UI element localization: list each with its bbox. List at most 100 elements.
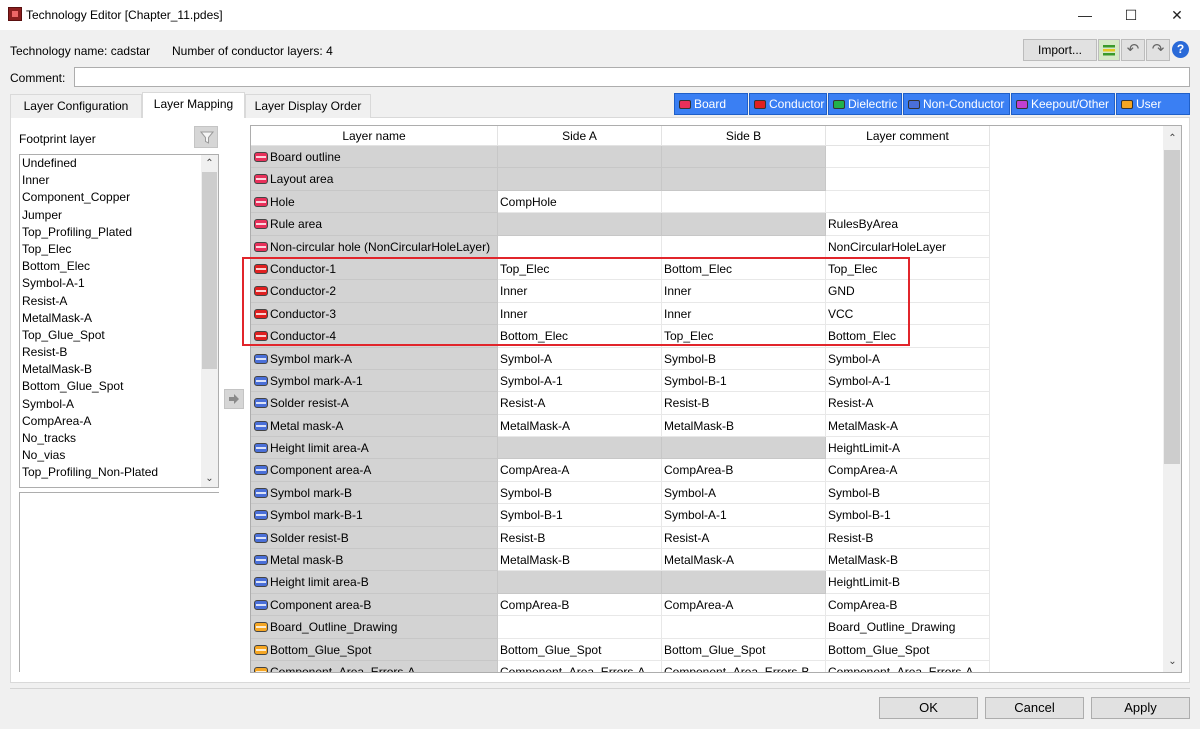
redo-button[interactable]: ↷ (1146, 39, 1170, 61)
side-a-cell[interactable] (498, 235, 662, 258)
side-b-cell[interactable]: MetalMask-A (662, 549, 826, 572)
layer-comment-cell[interactable] (826, 146, 990, 169)
side-b-cell[interactable] (662, 437, 826, 460)
side-a-cell[interactable]: Symbol-A-1 (498, 369, 662, 393)
grid-scroll-up-icon[interactable]: ⌃ (1164, 130, 1181, 147)
table-row[interactable]: Height limit area-A HeightLimit-A (251, 437, 990, 460)
footprint-layer-list[interactable]: Undefined Inner Component_Copper Jumper Top_… (19, 154, 219, 488)
layer-comment-cell[interactable]: NonCircularHoleLayer (826, 235, 990, 258)
table-row[interactable]: Component area-A CompArea-A CompArea-B Comp… (251, 459, 990, 482)
layer-comment-cell[interactable]: Bottom_Glue_Spot (826, 638, 990, 661)
side-b-cell[interactable]: Symbol-A (662, 481, 826, 505)
side-a-cell[interactable]: Top_Elec (498, 257, 662, 281)
layer-comment-cell[interactable]: Board_Outline_Drawing (826, 616, 990, 639)
footprint-list-item[interactable]: Top_Elec (20, 241, 218, 258)
filter-button[interactable] (194, 126, 218, 148)
layer-name-cell[interactable]: Solder resist-B (251, 526, 498, 550)
side-a-cell[interactable] (498, 213, 662, 236)
header-layer-name[interactable]: Layer name (251, 126, 498, 146)
side-a-cell[interactable]: Component_Area_Errors-A (498, 660, 662, 672)
side-a-cell[interactable]: CompHole (498, 190, 662, 214)
layer-name-cell[interactable]: Symbol mark-A-1 (251, 369, 498, 393)
layer-name-cell[interactable]: Component area-A (251, 459, 498, 482)
side-a-cell[interactable]: CompArea-B (498, 593, 662, 617)
side-a-cell[interactable]: Inner (498, 302, 662, 326)
layer-comment-cell[interactable]: Symbol-A (826, 347, 990, 370)
side-a-cell[interactable]: CompArea-A (498, 459, 662, 482)
layer-comment-cell[interactable]: MetalMask-B (826, 549, 990, 572)
table-row[interactable]: Symbol mark-B-1 Symbol-B-1 Symbol-A-1 Symbo… (251, 504, 990, 527)
layer-name-cell[interactable]: Conductor-3 (251, 302, 498, 326)
footprint-list-item[interactable]: MetalMask-B (20, 361, 218, 378)
grid-scroll-thumb[interactable] (1164, 150, 1180, 464)
table-row[interactable]: Layout area (251, 168, 990, 191)
layer-comment-cell[interactable]: Symbol-A-1 (826, 369, 990, 393)
layer-name-cell[interactable]: Hole (251, 190, 498, 214)
layer-name-cell[interactable]: Conductor-2 (251, 280, 498, 303)
cancel-button[interactable]: Cancel (985, 697, 1084, 719)
layer-comment-cell[interactable]: CompArea-B (826, 593, 990, 617)
layer-name-cell[interactable]: Symbol mark-A (251, 347, 498, 370)
category-conductor-button[interactable]: Conductor (749, 93, 827, 115)
table-row[interactable]: Component_Area_Errors-A Component_Area_Er… (251, 660, 990, 672)
footprint-list-item[interactable]: Top_Profiling_Plated (20, 224, 218, 241)
layer-comment-cell[interactable]: MetalMask-A (826, 414, 990, 438)
footprint-list-item[interactable]: Bottom_Glue_Spot (20, 378, 218, 395)
table-row[interactable]: Board outline (251, 146, 990, 169)
layer-name-cell[interactable]: Rule area (251, 213, 498, 236)
header-layer-comment[interactable]: Layer comment (826, 126, 990, 146)
table-row[interactable]: Symbol mark-B Symbol-B Symbol-A Symbol-B (251, 481, 990, 505)
side-b-cell[interactable] (662, 235, 826, 258)
layer-comment-cell[interactable]: Resist-A (826, 392, 990, 415)
layer-comment-cell[interactable]: HeightLimit-A (826, 437, 990, 460)
scroll-down-icon[interactable]: ⌄ (201, 470, 218, 487)
table-row[interactable]: Conductor-2 Inner Inner GND (251, 280, 990, 303)
side-a-cell[interactable]: MetalMask-B (498, 549, 662, 572)
header-side-a[interactable]: Side A (498, 126, 662, 146)
layer-comment-cell[interactable]: Resist-B (826, 526, 990, 550)
side-b-cell[interactable]: MetalMask-B (662, 414, 826, 438)
layer-name-cell[interactable]: Board_Outline_Drawing (251, 616, 498, 639)
layer-comment-cell[interactable]: CompArea-A (826, 459, 990, 482)
table-row[interactable]: Conductor-1 Top_Elec Bottom_Elec Top_Elec (251, 257, 990, 281)
category-dielectric-button[interactable]: Dielectric (828, 93, 902, 115)
layer-comment-cell[interactable]: Symbol-B-1 (826, 504, 990, 527)
table-row[interactable]: Hole CompHole (251, 190, 990, 214)
side-b-cell[interactable]: Resist-A (662, 526, 826, 550)
side-b-cell[interactable]: Inner (662, 302, 826, 326)
footprint-list-item[interactable]: Resist-A (20, 293, 218, 310)
side-b-cell[interactable] (662, 168, 826, 191)
side-b-cell[interactable]: Resist-B (662, 392, 826, 415)
table-row[interactable]: Metal mask-A MetalMask-A MetalMask-B MetalM… (251, 414, 990, 438)
side-b-cell[interactable] (662, 146, 826, 169)
side-b-cell[interactable]: Bottom_Glue_Spot (662, 638, 826, 661)
grid-scroll-down-icon[interactable]: ⌄ (1164, 653, 1181, 670)
side-a-cell[interactable]: Bottom_Elec (498, 325, 662, 348)
table-row[interactable]: Symbol mark-A Symbol-A Symbol-B Symbol-A (251, 347, 990, 370)
comment-input[interactable] (74, 67, 1190, 87)
layer-comment-cell[interactable]: VCC (826, 302, 990, 326)
layer-name-cell[interactable]: Conductor-1 (251, 257, 498, 281)
grid-scrollbar[interactable]: ⌃ ⌄ (1163, 126, 1181, 672)
layer-comment-cell[interactable]: GND (826, 280, 990, 303)
side-b-cell[interactable]: Symbol-B-1 (662, 369, 826, 393)
footprint-list-item[interactable]: Component_Copper (20, 189, 218, 206)
footprint-list-item[interactable]: Symbol-A-1 (20, 275, 218, 292)
footprint-list-item[interactable]: No_vias (20, 447, 218, 464)
footprint-list-item[interactable]: MetalMask-A (20, 310, 218, 327)
assign-layer-button[interactable] (224, 389, 244, 409)
footprint-list-item[interactable]: Undefined (20, 155, 218, 172)
side-a-cell[interactable] (498, 146, 662, 169)
layer-comment-cell[interactable] (826, 190, 990, 214)
footprint-list-item[interactable]: Jumper (20, 207, 218, 224)
table-row[interactable]: Non-circular hole (NonCircularHoleLayer)… (251, 235, 990, 258)
table-row[interactable]: Solder resist-B Resist-B Resist-A Resist-B (251, 526, 990, 550)
table-row[interactable]: Conductor-3 Inner Inner VCC (251, 302, 990, 326)
footprint-list-item[interactable]: CompArea-A (20, 413, 218, 430)
ok-button[interactable]: OK (879, 697, 978, 719)
layer-comment-cell[interactable]: Bottom_Elec (826, 325, 990, 348)
undo-button[interactable]: ↶ (1121, 39, 1145, 61)
side-a-cell[interactable] (498, 571, 662, 594)
table-row[interactable]: Conductor-4 Bottom_Elec Top_Elec Bottom_Ele… (251, 325, 990, 348)
category-user-button[interactable]: User (1116, 93, 1190, 115)
